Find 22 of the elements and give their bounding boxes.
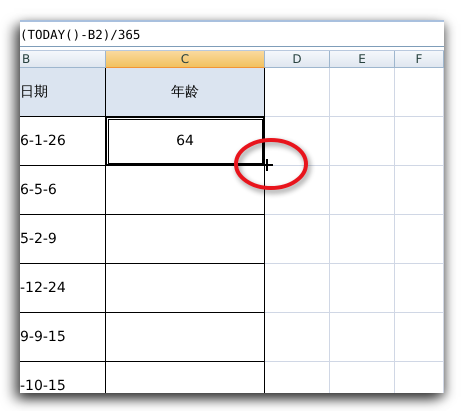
header-cell[interactable] bbox=[330, 68, 395, 117]
column-header[interactable]: E bbox=[330, 51, 395, 68]
table-cell[interactable] bbox=[106, 313, 265, 362]
table-cell[interactable]: 64 bbox=[106, 117, 265, 166]
table-cell[interactable] bbox=[106, 215, 265, 264]
table-cell[interactable]: 6-5-6 bbox=[20, 166, 106, 215]
column-header[interactable]: C bbox=[106, 51, 265, 68]
header-cell[interactable]: 年龄 bbox=[106, 68, 265, 117]
column-header[interactable]: F bbox=[395, 51, 444, 68]
table-cell[interactable]: 9-9-15 bbox=[20, 313, 106, 362]
header-cell[interactable] bbox=[395, 68, 444, 117]
table-cell[interactable]: 6-1-26 bbox=[20, 117, 106, 166]
table-cell[interactable] bbox=[106, 264, 265, 313]
table-cell[interactable]: 5-2-9 bbox=[20, 215, 106, 264]
header-cell[interactable] bbox=[265, 68, 330, 117]
table-cell[interactable] bbox=[106, 166, 265, 215]
table-cell[interactable]: -10-15 bbox=[20, 362, 106, 393]
formula-bar[interactable]: (TODAY()-B2)/365 bbox=[20, 22, 444, 47]
column-header[interactable]: D bbox=[265, 51, 330, 68]
column-header[interactable]: B bbox=[20, 51, 106, 68]
table-cell[interactable]: -12-24 bbox=[20, 264, 106, 313]
header-cell[interactable]: 日期 bbox=[20, 68, 106, 117]
